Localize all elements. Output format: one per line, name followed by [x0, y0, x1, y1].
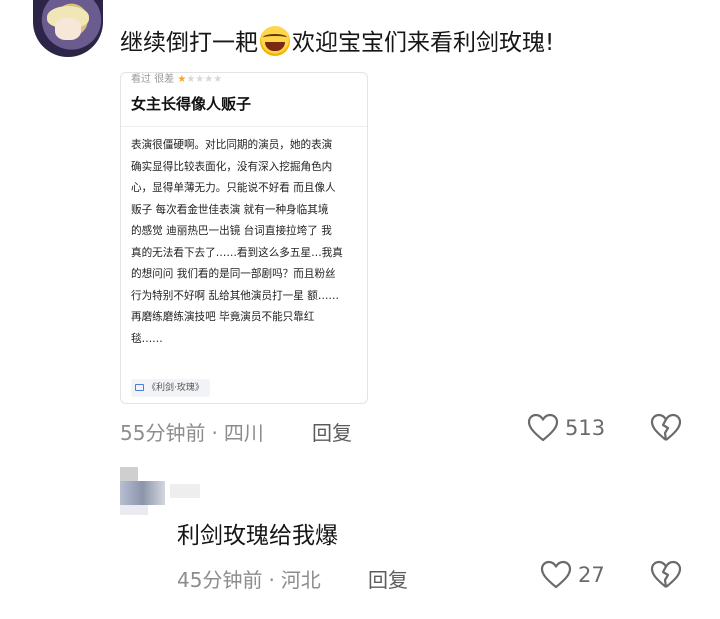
sub-like-button[interactable]: 27 — [540, 560, 605, 590]
drama-tag[interactable]: 《利剑·玫瑰》 — [131, 379, 210, 397]
avatar-pixel-block — [120, 505, 148, 515]
sub-comment-location: 河北 — [280, 568, 321, 592]
like-count: 513 — [565, 416, 606, 440]
sub-dislike-button[interactable] — [650, 560, 682, 594]
review-screenshot-card[interactable]: 看过 很差 ★★★★★ 女主长得像人贩子 表演很僵硬啊。对比同期的演员，她的表演… — [120, 72, 368, 404]
avatar-face — [55, 18, 81, 40]
comment-time: 55分钟前 — [120, 421, 206, 445]
comment-text: 继续倒打一耙 欢迎宝宝们来看利剑玫瑰! — [120, 26, 554, 60]
card-rating-row: 看过 很差 ★★★★★ — [131, 73, 223, 85]
laughing-crying-emoji-icon — [260, 26, 290, 56]
dislike-button[interactable] — [650, 413, 682, 447]
tv-icon — [135, 384, 144, 391]
sub-like-count: 27 — [578, 563, 605, 587]
reply-button[interactable]: 回复 — [312, 417, 352, 446]
meta-separator: · — [268, 568, 275, 592]
heart-icon — [527, 413, 559, 442]
star-rating-icon: ★★★★★ — [177, 74, 223, 85]
broken-heart-icon — [650, 560, 682, 588]
sub-comment-time: 45分钟前 — [177, 568, 263, 592]
avatar-pixel-block — [120, 467, 138, 481]
sub-comment-text: 利剑玫瑰给我爆 — [177, 523, 338, 549]
sub-comment-meta: 45分钟前 · 河北 — [177, 564, 321, 593]
avatar-pixel-block — [120, 481, 165, 505]
sub-reply-button[interactable]: 回复 — [368, 564, 408, 593]
broken-heart-icon — [650, 413, 682, 441]
card-divider — [121, 126, 367, 127]
commenter-avatar[interactable] — [33, 0, 103, 57]
comment-meta: 55分钟前 · 四川 — [120, 417, 264, 446]
review-title: 女主长得像人贩子 — [131, 95, 252, 113]
card-watched-label: 看过 — [131, 74, 151, 85]
drama-tag-label: 《利剑·玫瑰》 — [147, 383, 204, 393]
sub-commenter-avatar[interactable] — [115, 467, 205, 515]
like-button[interactable]: 513 — [527, 413, 605, 443]
meta-separator: · — [211, 421, 218, 445]
comment-text-part2: 欢迎宝宝们来看利剑玫瑰! — [292, 30, 555, 56]
avatar-pixel-block — [170, 484, 200, 498]
review-body: 表演很僵硬啊。对比同期的演员，她的表演 确实显得比较表面化，没有深入挖掘角色内 … — [131, 139, 343, 345]
comment-location: 四川 — [223, 421, 264, 445]
heart-icon — [540, 560, 572, 589]
card-rating-word: 很差 — [154, 74, 175, 85]
comment-text-part1: 继续倒打一耙 — [120, 30, 258, 56]
